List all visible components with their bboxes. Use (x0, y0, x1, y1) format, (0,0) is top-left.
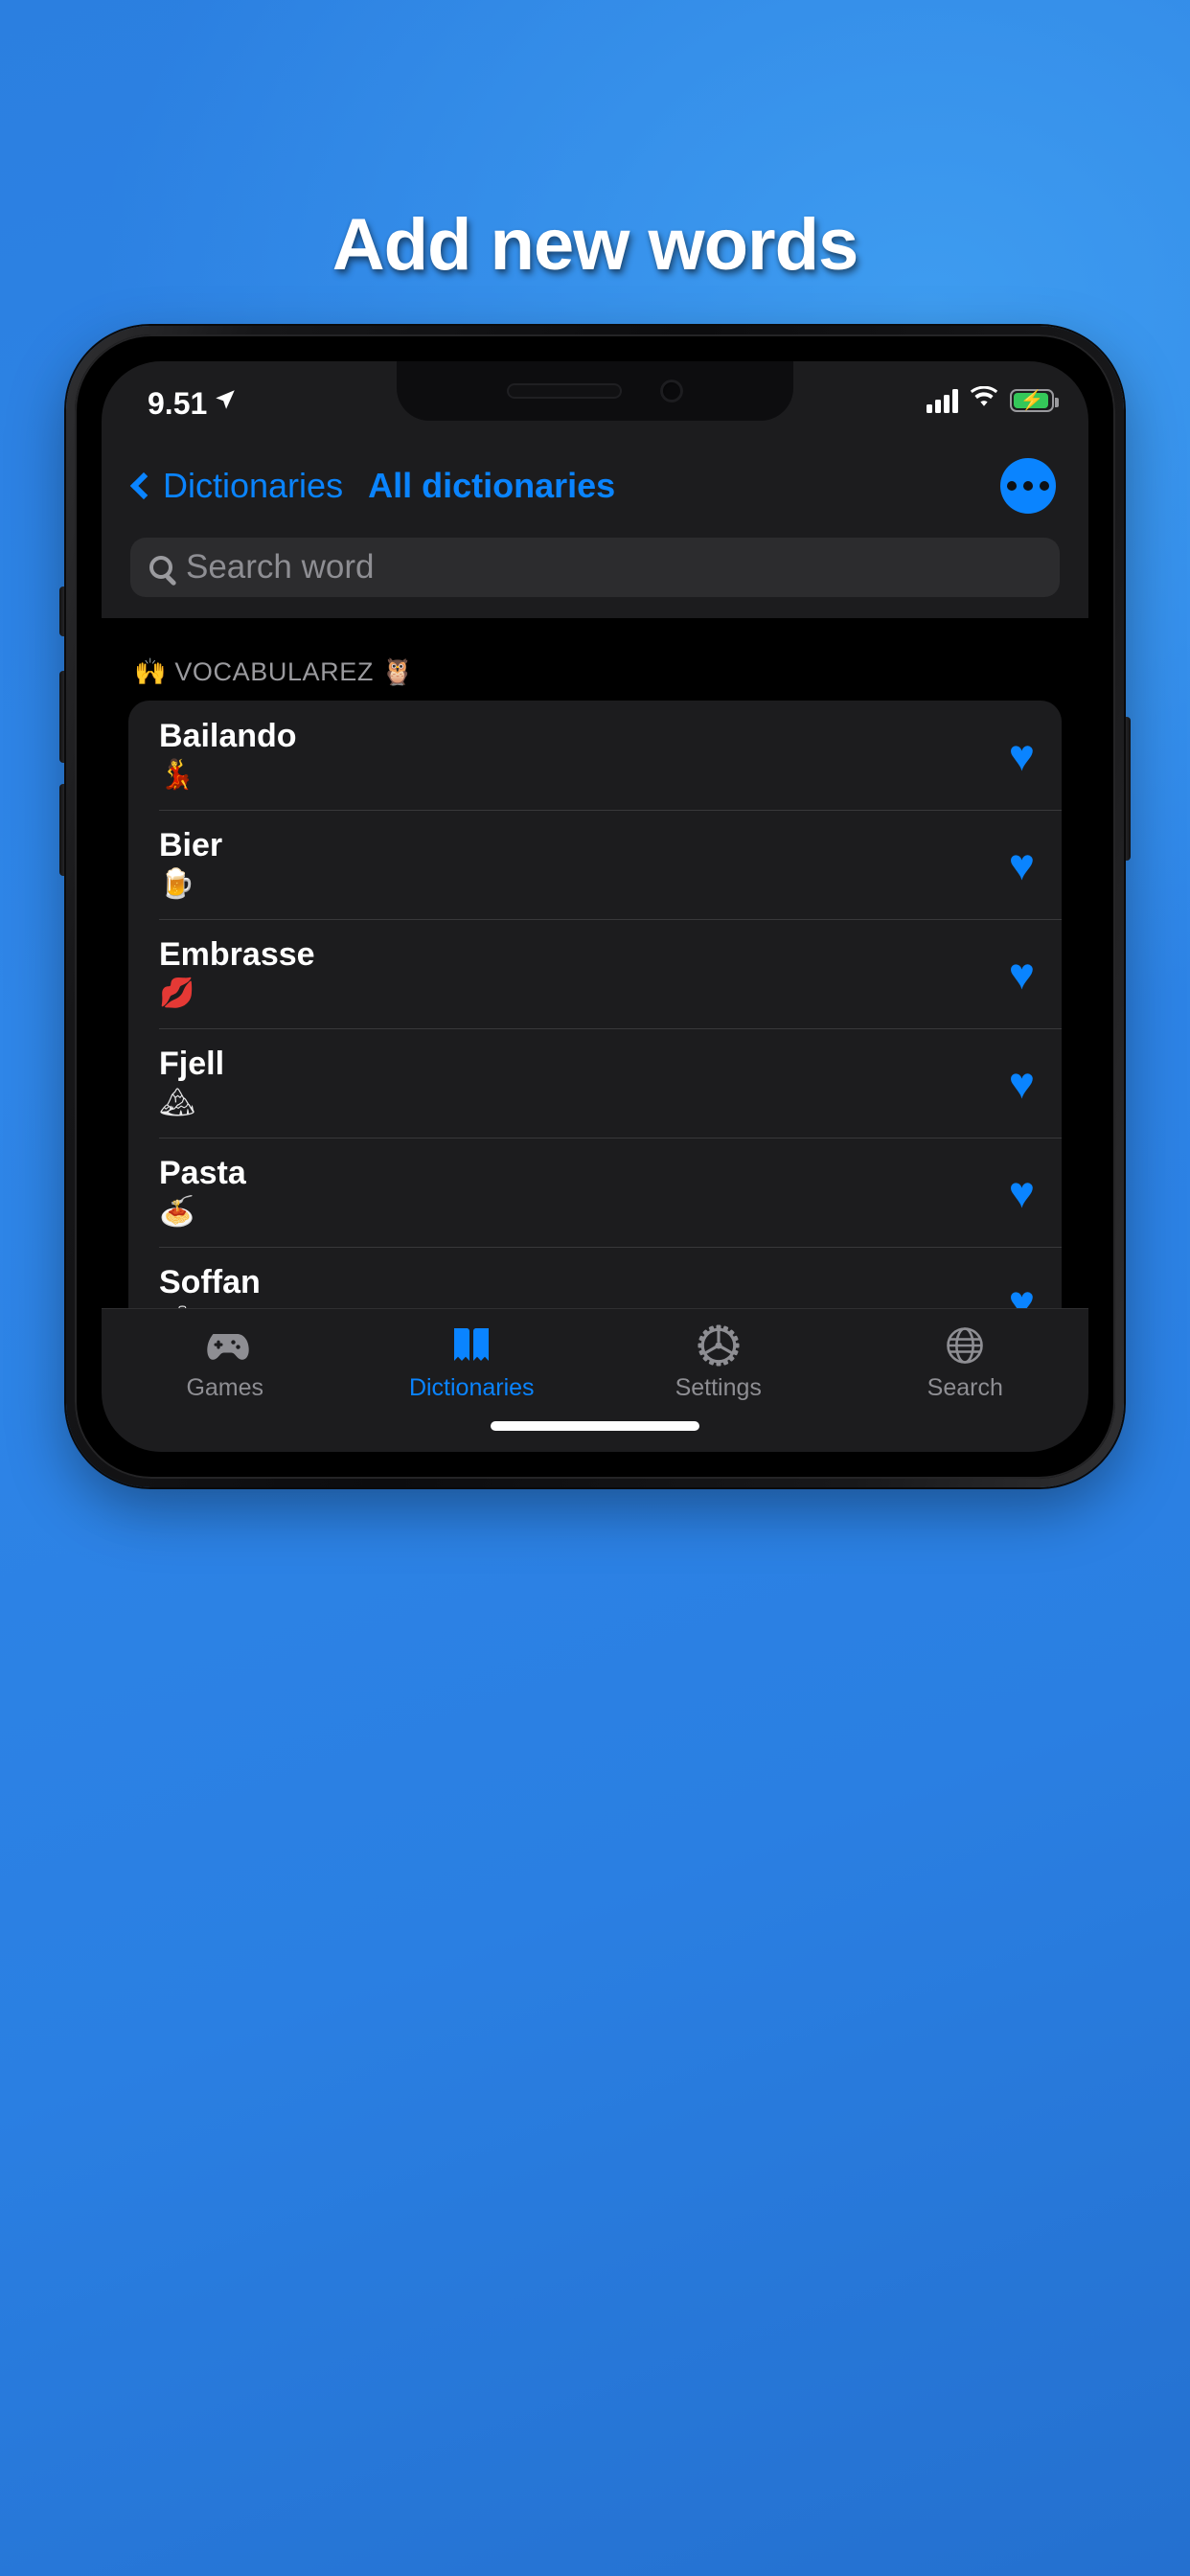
word-title: Bier (159, 827, 223, 864)
word-emoji: 💋 (159, 978, 195, 1010)
status-bar-left: 9.51 (148, 386, 238, 422)
front-camera-icon (660, 380, 683, 402)
heart-filled-icon[interactable]: ♥ (1009, 842, 1035, 886)
chevron-left-icon (129, 472, 158, 500)
word-list-item-text: Bier 🍺 (159, 826, 992, 903)
home-indicator (491, 1421, 699, 1431)
word-emoji: 🍺 (159, 868, 195, 901)
search-input-placeholder: Search word (186, 548, 375, 586)
location-arrow-icon (213, 384, 238, 420)
word-list-item-text: Soffan🛋 (159, 1263, 992, 1308)
word-list-item[interactable]: Embrasse 💋 ♥ (128, 919, 1062, 1028)
status-bar-right: ⚡ (927, 385, 1059, 414)
wifi-icon (970, 385, 998, 414)
word-list-card: Bailando 💃 ♥ Bier 🍺 ♥ Embrasse 💋 ♥ Fjell 🏔 ♥ Pasta 🍝 ♥… (128, 701, 1062, 1308)
heart-filled-icon[interactable]: ♥ (1009, 952, 1035, 996)
word-title: Pasta (159, 1155, 246, 1192)
gamepad-icon (200, 1324, 250, 1367)
cellular-signal-icon (927, 388, 958, 413)
back-button-label: Dictionaries (163, 466, 344, 505)
word-emoji: 🍝 (159, 1196, 195, 1229)
tab-label: Dictionaries (408, 1374, 535, 1401)
phone-screen: 9.51 ⚡ Dictionaries All dictionaries Sea… (102, 361, 1088, 1452)
back-button[interactable]: Dictionaries (129, 466, 344, 506)
phone-bezel: 9.51 ⚡ Dictionaries All dictionaries Sea… (75, 334, 1115, 1479)
word-title: Fjell (159, 1046, 225, 1083)
tab-label: Search (927, 1374, 1003, 1401)
word-list-item-text: Pasta 🍝 (159, 1154, 992, 1230)
globe-icon (940, 1324, 990, 1367)
word-title: Soffan (159, 1264, 261, 1301)
status-time: 9.51 (148, 386, 208, 421)
word-list-item[interactable]: Fjell 🏔 ♥ (128, 1028, 1062, 1138)
word-list-item[interactable]: Bier 🍺 ♥ (128, 810, 1062, 919)
word-list-item-text: Embrasse 💋 (159, 935, 992, 1012)
navigation-bar: Dictionaries All dictionaries (102, 442, 1088, 530)
heart-filled-icon[interactable]: ♥ (1009, 1061, 1035, 1105)
word-list-item-text: Bailando 💃 (159, 717, 992, 794)
ellipsis-icon-dot (1023, 481, 1033, 491)
word-list-item[interactable]: Soffan🛋 ♥ (128, 1247, 1062, 1308)
heart-filled-icon[interactable]: ♥ (1009, 1170, 1035, 1214)
ellipsis-icon-dot (1007, 481, 1017, 491)
search-icon (149, 556, 172, 579)
promo-screenshot: Add new words 9.51 ⚡ Dictionaries All di… (0, 0, 1190, 2576)
tab-label: Settings (675, 1374, 762, 1401)
battery-charging-icon: ⚡ (1010, 388, 1059, 412)
search-input[interactable]: Search word (130, 538, 1060, 597)
more-options-button[interactable] (1000, 458, 1056, 514)
tab-label: Games (186, 1374, 264, 1401)
tab-games[interactable]: Games (102, 1309, 349, 1452)
word-emoji: 🏔 (159, 1087, 196, 1119)
phone-device-frame: 9.51 ⚡ Dictionaries All dictionaries Sea… (66, 326, 1124, 1487)
heart-filled-icon[interactable]: ♥ (1009, 1279, 1035, 1308)
word-emoji: 💃 (159, 759, 195, 792)
page-title: All dictionaries (368, 466, 616, 505)
search-bar-container: Search word (102, 530, 1088, 618)
heart-filled-icon[interactable]: ♥ (1009, 733, 1035, 777)
promo-headline: Add new words (332, 204, 859, 286)
word-title: Embrasse (159, 936, 315, 974)
section-header: 🙌 VOCABULAREZ 🦉 (134, 657, 415, 686)
word-list-item[interactable]: Pasta 🍝 ♥ (128, 1138, 1062, 1247)
notch (397, 361, 793, 421)
word-list-item[interactable]: Bailando 💃 ♥ (128, 701, 1062, 810)
ellipsis-icon-dot (1040, 481, 1049, 491)
dictionary-list[interactable]: 🙌 VOCABULAREZ 🦉 Bailando 💃 ♥ Bier 🍺 ♥ Embrasse 💋… (102, 624, 1088, 1308)
tab-search[interactable]: Search (842, 1309, 1089, 1452)
earpiece-speaker (507, 383, 622, 399)
gear-icon (694, 1324, 744, 1367)
word-list-item-text: Fjell 🏔 (159, 1045, 992, 1121)
word-title: Bailando (159, 718, 297, 755)
book-icon (446, 1324, 496, 1367)
